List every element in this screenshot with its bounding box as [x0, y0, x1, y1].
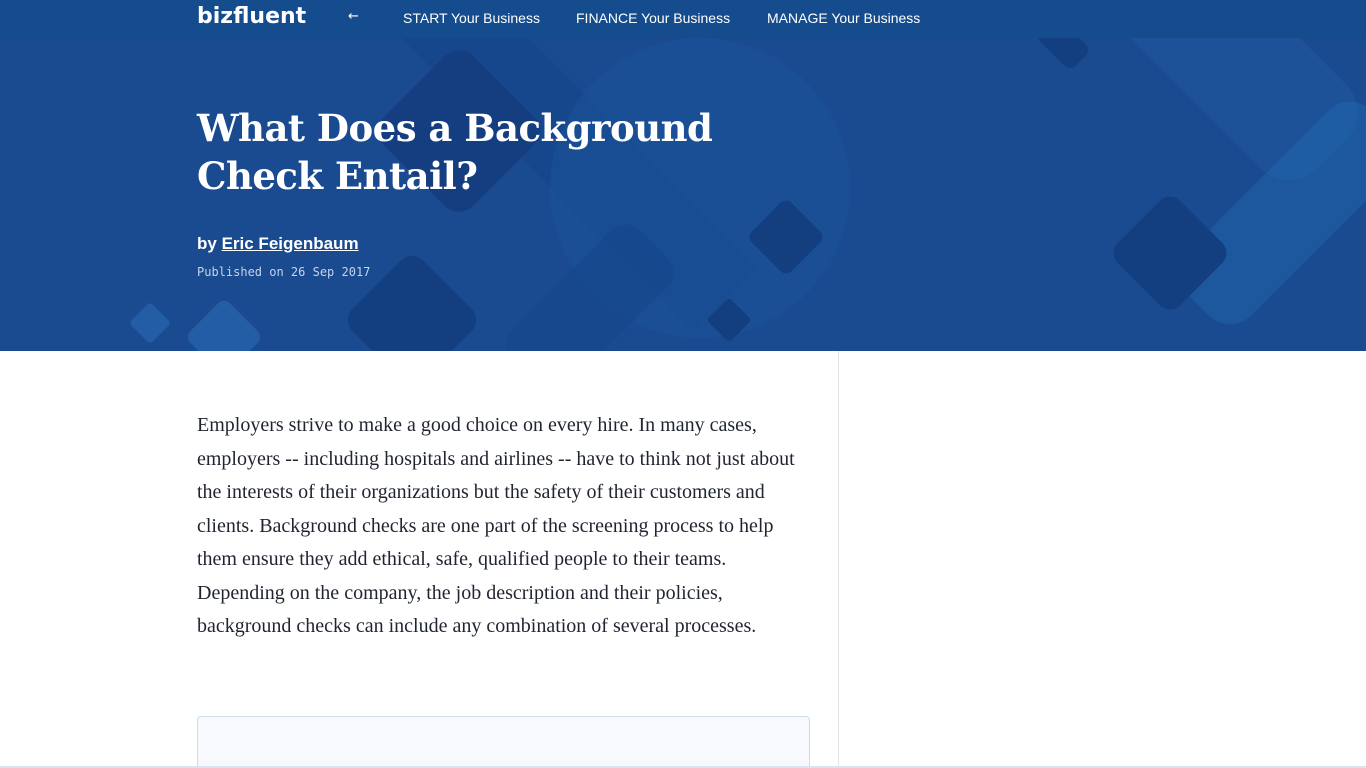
article-intro-paragraph: Employers strive to make a good choice o…	[197, 414, 795, 637]
sidebar-divider	[838, 351, 839, 768]
byline-prefix: by	[197, 234, 217, 253]
article-title: What Does a Background Check Entail?	[197, 106, 713, 198]
back-arrow-icon[interactable]: ←	[348, 9, 359, 24]
article-hero: What Does a Background Check Entail? by …	[0, 38, 1366, 351]
nav-link-manage-your-business[interactable]: MANAGE Your Business	[767, 10, 920, 26]
bizfluent-logo[interactable]: bizfluent	[197, 4, 306, 29]
nav-link-finance-your-business[interactable]: FINANCE Your Business	[576, 10, 730, 26]
nav-link-start-your-business[interactable]: START Your Business	[403, 10, 540, 26]
published-date: Published on 26 Sep 2017	[197, 265, 371, 279]
byline: by Eric Feigenbaum	[197, 234, 359, 254]
top-navigation: bizfluent ← START Your Business FINANCE …	[0, 0, 1366, 38]
embedded-content-box	[197, 716, 810, 768]
author-link[interactable]: Eric Feigenbaum	[222, 234, 359, 253]
